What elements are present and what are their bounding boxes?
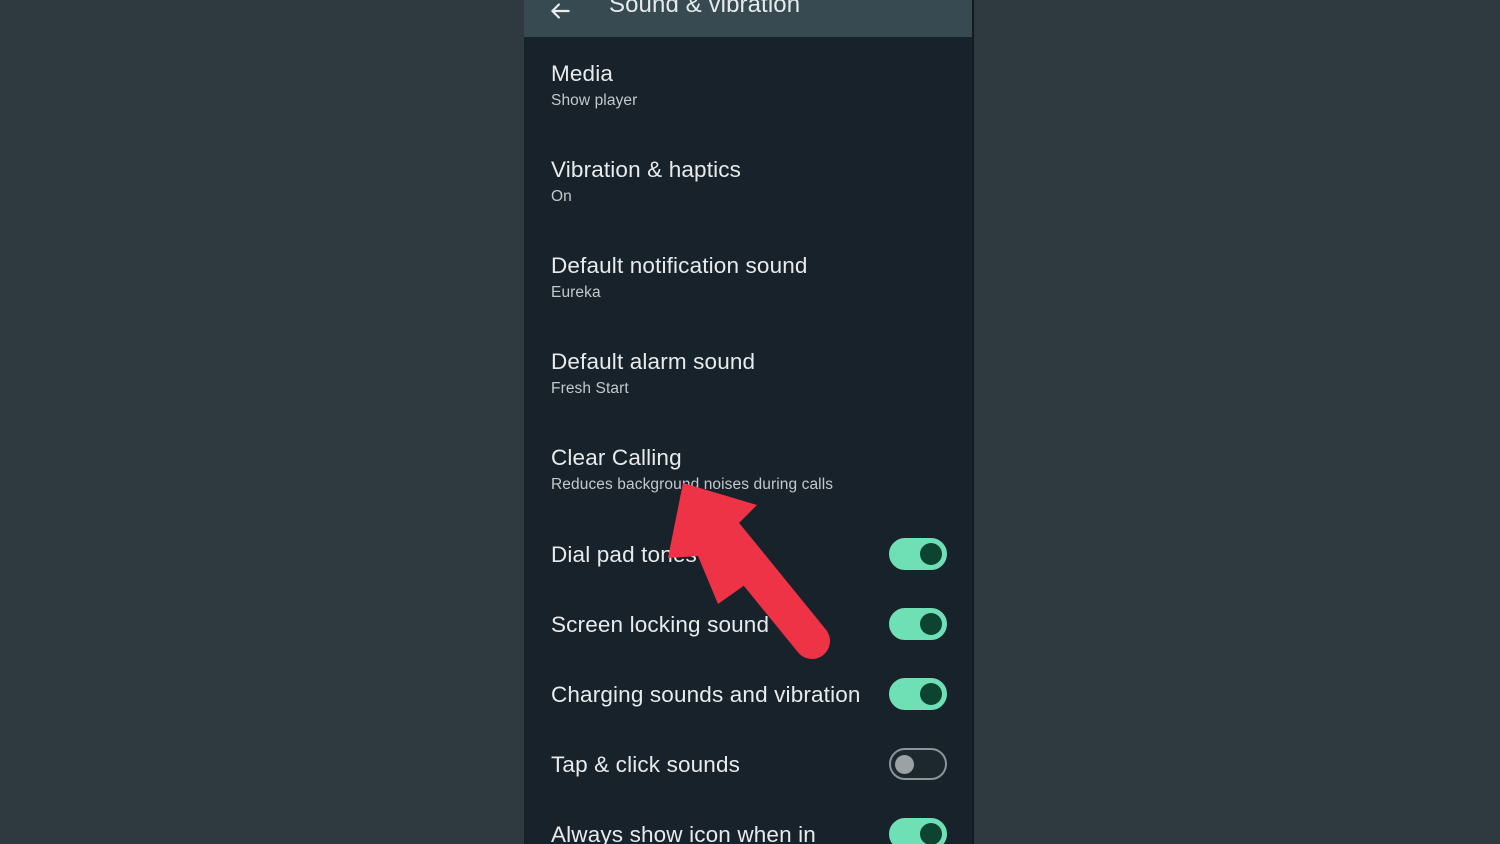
setting-title: Screen locking sound bbox=[551, 611, 770, 637]
setting-vibration-haptics[interactable]: Vibration & haptics On bbox=[524, 155, 974, 208]
toggle-knob bbox=[920, 683, 942, 705]
setting-title: Media bbox=[551, 61, 614, 86]
setting-texts: Dial pad tones bbox=[551, 540, 889, 569]
setting-charging-sounds-and-vibration[interactable]: Charging sounds and vibration bbox=[524, 678, 974, 710]
setting-texts: Default alarm sound Fresh Start bbox=[551, 347, 947, 400]
setting-texts: Vibration & haptics On bbox=[551, 155, 947, 208]
setting-texts: Clear Calling Reduces background noises d… bbox=[551, 443, 947, 496]
page-title: Sound & vibration bbox=[609, 0, 801, 18]
setting-clear-calling[interactable]: Clear Calling Reduces background noises d… bbox=[524, 443, 974, 496]
setting-toggle-switch[interactable] bbox=[889, 818, 947, 844]
toggle-knob bbox=[920, 823, 942, 844]
setting-screen-locking-sound[interactable]: Screen locking sound bbox=[524, 608, 974, 640]
setting-default-notification-sound[interactable]: Default notification sound Eureka bbox=[524, 251, 974, 304]
setting-subtitle: Reduces background noises during calls bbox=[551, 476, 834, 493]
setting-tap-and-click-sounds[interactable]: Tap & click sounds bbox=[524, 748, 974, 780]
setting-subtitle: Fresh Start bbox=[551, 380, 629, 397]
screenshot-stage: Sound & vibration Media Show player Vibrat… bbox=[0, 0, 1500, 844]
setting-texts: Always show icon when in bbox=[551, 820, 889, 844]
setting-toggle-switch[interactable] bbox=[889, 678, 947, 710]
setting-always-show-icon-when-in[interactable]: Always show icon when in bbox=[524, 818, 974, 844]
setting-toggle-switch[interactable] bbox=[889, 608, 947, 640]
setting-subtitle: On bbox=[551, 188, 572, 205]
setting-texts: Default notification sound Eureka bbox=[551, 251, 947, 304]
setting-title: Tap & click sounds bbox=[551, 751, 741, 777]
setting-title: Default notification sound bbox=[551, 253, 808, 278]
back-button[interactable] bbox=[543, 0, 577, 28]
toggle-knob bbox=[920, 543, 942, 565]
app-bar: Sound & vibration bbox=[524, 0, 974, 37]
arrow-left-icon bbox=[547, 0, 573, 24]
setting-title: Clear Calling bbox=[551, 445, 682, 470]
setting-subtitle: Eureka bbox=[551, 284, 601, 301]
settings-list: Media Show player Vibration & haptics On Def… bbox=[524, 37, 974, 844]
setting-default-alarm-sound[interactable]: Default alarm sound Fresh Start bbox=[524, 347, 974, 400]
setting-subtitle: Show player bbox=[551, 92, 638, 109]
setting-title: Vibration & haptics bbox=[551, 157, 742, 182]
setting-texts: Media Show player bbox=[551, 59, 947, 112]
setting-title: Always show icon when in bbox=[551, 821, 816, 844]
toggle-knob bbox=[920, 613, 942, 635]
setting-toggle-switch[interactable] bbox=[889, 538, 947, 570]
setting-title: Default alarm sound bbox=[551, 349, 756, 374]
setting-media[interactable]: Media Show player bbox=[524, 59, 974, 112]
toggle-knob bbox=[895, 754, 914, 774]
setting-texts: Tap & click sounds bbox=[551, 750, 889, 779]
phone-screen: Sound & vibration Media Show player Vibrat… bbox=[524, 0, 974, 844]
setting-texts: Charging sounds and vibration bbox=[551, 680, 889, 709]
setting-title: Charging sounds and vibration bbox=[551, 681, 861, 707]
setting-dial-pad-tones[interactable]: Dial pad tones bbox=[524, 538, 974, 570]
setting-title: Dial pad tones bbox=[551, 541, 697, 567]
setting-texts: Screen locking sound bbox=[551, 610, 889, 639]
setting-toggle-switch[interactable] bbox=[889, 748, 947, 780]
